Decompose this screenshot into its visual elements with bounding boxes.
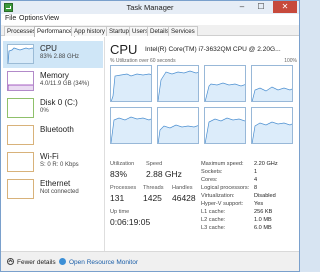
l2-cache-value: 1.0 MB xyxy=(254,217,272,223)
sidebar-detail-disk: 0% xyxy=(40,108,49,114)
task-manager-window: Task Manager – ☐ ✕ File Options View Pro… xyxy=(0,0,300,272)
l1-cache-value: 256 KB xyxy=(254,209,273,215)
tab-performance[interactable]: Performance xyxy=(34,26,76,37)
sidebar-detail-ethernet: Not connected xyxy=(40,189,79,195)
max-speed-label: Maximum speed: xyxy=(201,161,244,167)
fewer-details-label: Fewer details xyxy=(17,259,56,266)
sidebar-item-wifi[interactable]: Wi-Fi S: 0 R: 0 Kbps xyxy=(3,149,103,176)
tab-bar: Processes Performance App history Startu… xyxy=(1,25,299,37)
open-resource-monitor-label: Open Resource Monitor xyxy=(69,259,139,266)
sidebar-item-bluetooth[interactable]: Bluetooth xyxy=(3,122,103,149)
processes-value: 131 xyxy=(110,193,125,203)
utilization-label: Utilization xyxy=(110,161,135,167)
wifi-thumbnail-graph xyxy=(7,152,34,172)
l1-cache-label: L1 cache: xyxy=(201,209,226,215)
sidebar-detail-wifi: S: 0 R: 0 Kbps xyxy=(40,162,79,168)
close-button[interactable]: ✕ xyxy=(273,1,297,13)
menu-bar: File Options View xyxy=(1,14,299,25)
chevron-up-icon xyxy=(7,258,14,265)
logical-processor-graph xyxy=(157,65,199,102)
tab-services[interactable]: Services xyxy=(168,26,198,36)
speed-value: 2.88 GHz xyxy=(146,169,182,179)
logical-processor-graph xyxy=(204,65,246,102)
logical-processor-graph xyxy=(251,107,293,144)
menu-view[interactable]: View xyxy=(44,15,59,22)
threads-value: 1425 xyxy=(143,193,162,203)
title-bar[interactable]: Task Manager – ☐ ✕ xyxy=(1,1,299,14)
uptime-label: Up time xyxy=(110,209,130,215)
l3-cache-label: L3 cache: xyxy=(201,225,226,231)
resource-sidebar: CPU 83% 2.88 GHz Memory 4.0/11.9 GB (34%… xyxy=(1,37,105,251)
menu-options[interactable]: Options xyxy=(19,15,43,22)
handles-value: 46428 xyxy=(172,193,196,203)
footer-bar: Fewer details Open Resource Monitor xyxy=(1,251,299,271)
memory-thumbnail-graph xyxy=(7,71,34,91)
processes-label: Processes xyxy=(110,185,137,191)
cpu-model-name: Intel(R) Core(TM) i7-3632QM CPU @ 2.20G.… xyxy=(145,46,281,53)
sockets-label: Sockets: xyxy=(201,169,223,175)
logical-processors-value: 8 xyxy=(254,185,258,191)
minimize-button[interactable]: – xyxy=(233,1,251,13)
fewer-details-button[interactable]: Fewer details xyxy=(7,258,56,266)
ethernet-thumbnail-graph xyxy=(7,179,34,199)
cpu-thumbnail-graph xyxy=(7,44,34,64)
l2-cache-label: L2 cache: xyxy=(201,217,226,223)
logical-processor-graph xyxy=(110,65,152,102)
utilization-value: 83% xyxy=(110,169,128,179)
tab-app-history[interactable]: App history xyxy=(71,26,108,36)
logical-processors-label: Logical processors: xyxy=(201,185,250,191)
sidebar-item-ethernet[interactable]: Ethernet Not connected xyxy=(3,176,103,203)
hyperv-label: Hyper-V support: xyxy=(201,201,244,207)
sidebar-item-cpu[interactable]: CPU 83% 2.88 GHz xyxy=(3,41,103,68)
sidebar-label-bluetooth: Bluetooth xyxy=(40,125,74,134)
logical-processor-graph xyxy=(251,65,293,102)
handles-label: Handles xyxy=(172,185,193,191)
max-speed-value: 2.20 GHz xyxy=(254,161,278,167)
sidebar-label-disk: Disk 0 (C:) xyxy=(40,98,78,107)
utilization-caption: % Utilization over 60 seconds xyxy=(110,58,176,64)
resource-monitor-icon xyxy=(59,258,66,265)
logical-processor-graph xyxy=(110,107,152,144)
maximize-button[interactable]: ☐ xyxy=(252,1,270,13)
sidebar-detail-cpu: 83% 2.88 GHz xyxy=(40,54,80,60)
sidebar-item-disk[interactable]: Disk 0 (C:) 0% xyxy=(3,95,103,122)
logical-processor-graph xyxy=(204,107,246,144)
utilization-max-label: 100% xyxy=(284,58,297,64)
open-resource-monitor-link[interactable]: Open Resource Monitor xyxy=(59,258,138,266)
bluetooth-thumbnail-graph xyxy=(7,125,34,145)
sidebar-detail-memory: 4.0/11.9 GB (34%) xyxy=(40,81,90,87)
virtualization-label: Virtualization: xyxy=(201,193,235,199)
sockets-value: 1 xyxy=(254,169,258,175)
disk-thumbnail-graph xyxy=(7,98,34,118)
threads-label: Threads xyxy=(143,185,164,191)
sidebar-label-ethernet: Ethernet xyxy=(40,179,71,188)
virtualization-value: Disabled xyxy=(254,193,276,199)
cores-value: 4 xyxy=(254,177,258,183)
cpu-performance-panel: CPU Intel(R) Core(TM) i7-3632QM CPU @ 2.… xyxy=(106,37,299,251)
l3-cache-value: 6.0 MB xyxy=(254,225,272,231)
sidebar-label-cpu: CPU xyxy=(40,44,57,53)
sidebar-item-memory[interactable]: Memory 4.0/11.9 GB (34%) xyxy=(3,68,103,95)
speed-label: Speed xyxy=(146,161,163,167)
sidebar-label-wifi: Wi-Fi xyxy=(40,152,59,161)
uptime-value: 0:06:19:05 xyxy=(110,217,151,227)
logical-processor-graph xyxy=(157,107,199,144)
sidebar-label-memory: Memory xyxy=(40,71,69,80)
menu-file[interactable]: File xyxy=(5,15,16,22)
cores-label: Cores: xyxy=(201,177,218,183)
hyperv-value: Yes xyxy=(254,201,264,207)
cpu-heading: CPU xyxy=(110,42,138,57)
